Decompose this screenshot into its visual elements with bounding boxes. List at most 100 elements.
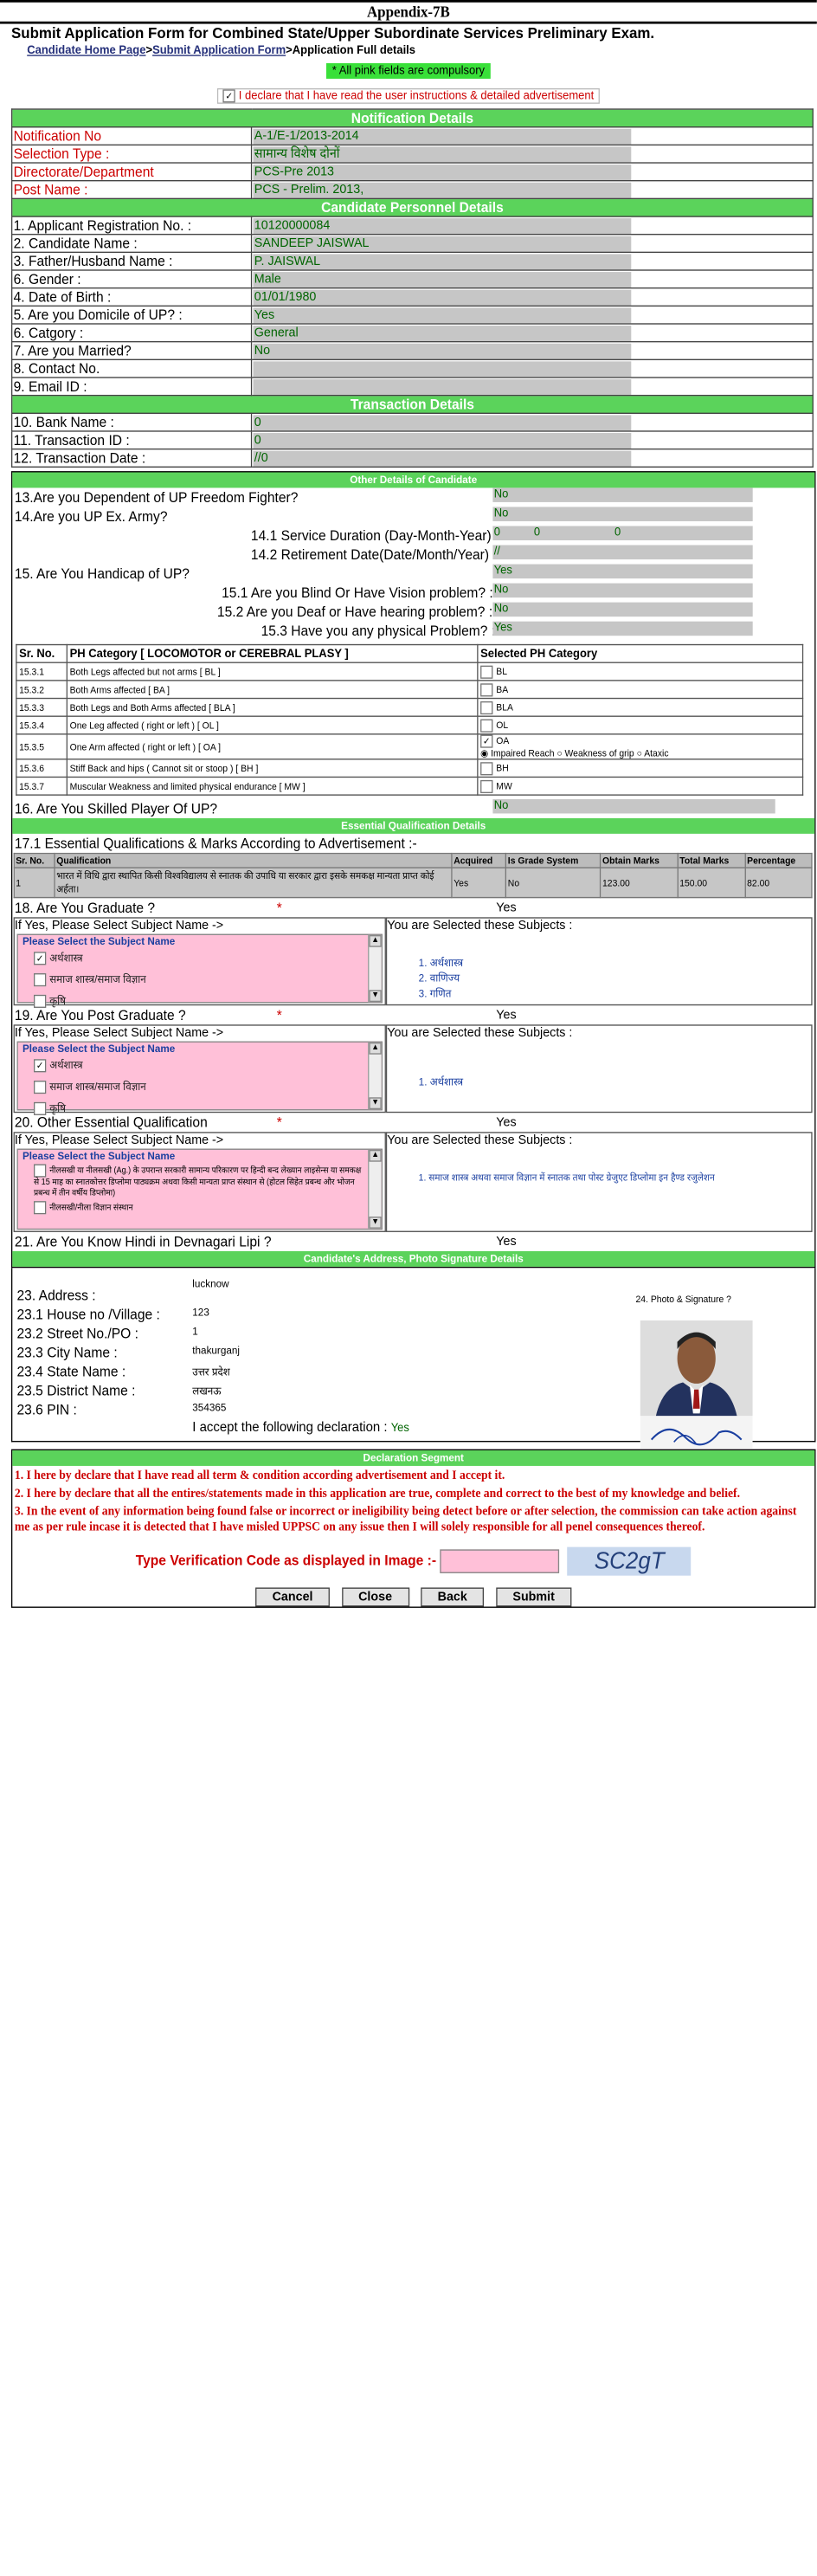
ph-checkbox[interactable]: ✓: [480, 734, 493, 748]
q15-value: Yes: [492, 564, 753, 579]
ph-cell: 15.3.4: [16, 715, 68, 735]
scrollbar[interactable]: ▲ ▼: [368, 1149, 382, 1229]
field-value: Male: [253, 271, 632, 287]
ph-col-header: PH Category [ LOCOMOTOR or CEREBRAL PLAS…: [66, 643, 479, 663]
qual-cell: No: [505, 867, 601, 899]
scroll-up-icon[interactable]: ▲: [369, 934, 382, 947]
field-value: SANDEEP JAISWAL: [253, 236, 632, 251]
ph-select-cell: BL: [477, 662, 804, 681]
q15-label: 15. Are You Handicap of UP?: [14, 565, 190, 583]
field-value: A-1/E-1/2013-2014: [253, 128, 632, 144]
declare-checkbox-row[interactable]: ✓ I declare that I have read the user ins…: [217, 87, 600, 104]
section-heading: Other Details of Candidate: [12, 472, 815, 488]
field-label: 7. Are you Married?: [10, 340, 253, 361]
table-row: 15.3.4 One Leg affected ( right or left )…: [16, 715, 804, 735]
graduate-subject-list[interactable]: Please Select the Subject Name ✓ अर्थशास्…: [16, 933, 383, 1009]
ph-checkbox[interactable]: [480, 682, 493, 696]
qual-col-header: Acquired: [451, 852, 507, 868]
ph-cell: 15.3.6: [16, 759, 68, 778]
ph-select-cell: BLA: [477, 697, 804, 717]
other-subject-list[interactable]: Please Select the Subject Name नीलसखी या…: [16, 1148, 383, 1230]
ph-cell: Both Legs affected but not arms [ BL ]: [66, 662, 479, 681]
subject-checkbox[interactable]: [34, 1201, 47, 1215]
ph-cell: 15.3.2: [16, 680, 68, 700]
scroll-down-icon[interactable]: ▼: [369, 1217, 382, 1229]
breadcrumb-home-link[interactable]: Candidate Home Page: [27, 44, 145, 57]
radio-button[interactable]: ○: [634, 748, 644, 759]
field-label: Selection Type :: [10, 144, 253, 164]
subject-select-title: If Yes, Please Select Subject Name ->: [14, 1025, 224, 1041]
field-label: 8. Contact No.: [10, 358, 253, 378]
q21-label: 21. Are You Know Hindi in Devnagari Lipi…: [14, 1233, 272, 1250]
breadcrumb-submit-link[interactable]: Submit Application Form: [152, 44, 286, 57]
qual-col-header: Total Marks: [677, 852, 746, 868]
pg-subject-list[interactable]: Please Select the Subject Name ✓ अर्थशास्…: [16, 1041, 383, 1116]
ph-checkbox[interactable]: [480, 700, 493, 714]
ph-cell: 15.3.1: [16, 662, 68, 681]
subject-checkbox[interactable]: [34, 1081, 47, 1094]
ph-cell: 15.3.5: [16, 733, 68, 760]
field-label: Directorate/Department: [10, 162, 253, 182]
table-row: 1. Applicant Registration No. :101200000…: [10, 216, 814, 236]
q13-value: No: [492, 487, 753, 502]
subject-checkbox[interactable]: [34, 1164, 47, 1178]
verification-code-input[interactable]: [440, 1549, 560, 1573]
scroll-up-icon[interactable]: ▲: [369, 1042, 382, 1055]
field-label: 2. Candidate Name :: [10, 233, 253, 254]
qual-cell: 1: [13, 867, 56, 899]
checkbox-checked-icon[interactable]: ✓: [222, 89, 235, 103]
scroll-down-icon[interactable]: ▼: [369, 990, 382, 1003]
q14-1-label: 14.1 Service Duration (Day-Month-Year): [250, 526, 492, 545]
field-value: No: [253, 343, 632, 358]
field-label: 4. Date of Birth :: [10, 287, 253, 307]
field-value: 0: [253, 432, 632, 449]
table-row: 12. Transaction Date ://0: [10, 448, 814, 468]
close-button[interactable]: Close: [341, 1587, 409, 1607]
scrollbar[interactable]: ▲ ▼: [368, 934, 382, 1003]
table-row: 7. Are you Married? No: [10, 340, 814, 361]
qual-cell: 123.00: [600, 867, 679, 899]
field-value-cell: Male: [250, 269, 814, 289]
table-row: Selection Type : सामान्य विशेष दोनों: [10, 144, 814, 164]
scroll-up-icon[interactable]: ▲: [369, 1149, 382, 1162]
required-star: *: [276, 1006, 282, 1023]
field-label: 10. Bank Name :: [10, 412, 253, 432]
scroll-down-icon[interactable]: ▼: [369, 1097, 382, 1110]
declaration-section: Declaration Segment 1. I here by declare…: [11, 1449, 816, 1608]
qual-cell: 82.00: [744, 867, 813, 899]
scrollbar[interactable]: ▲ ▼: [368, 1042, 382, 1110]
radio-button[interactable]: ○: [554, 748, 564, 759]
section-heading: Declaration Segment: [12, 1450, 815, 1466]
subject-checkbox[interactable]: [34, 973, 47, 987]
field-value-cell: [250, 377, 814, 397]
address-label: 23.2 Street No./PO :: [16, 1325, 138, 1342]
submit-button[interactable]: Submit: [495, 1587, 572, 1607]
field-label: 3. Father/Husband Name :: [10, 251, 253, 271]
subject-option: समाज शास्त्र/समाज विज्ञान: [49, 1081, 146, 1093]
field-value-cell: 0: [250, 412, 814, 432]
ph-checkbox[interactable]: [480, 664, 493, 679]
other-details: Other Details of Candidate 13.Are you De…: [11, 471, 816, 1269]
field-value-cell: Yes: [250, 305, 814, 325]
qual-col-header: Qualification: [54, 852, 453, 868]
address-value: लखनऊ: [192, 1385, 222, 1398]
field-value: General: [253, 325, 632, 341]
ph-cell: One Leg affected ( right or left ) [ OL …: [66, 715, 479, 735]
selected-subjects-title: You are Selected these Subjects :: [387, 1025, 573, 1041]
qual-col-header: Obtain Marks: [600, 852, 679, 868]
table-row: 11. Transaction ID :0: [10, 430, 814, 450]
ph-checkbox[interactable]: [480, 779, 493, 793]
ph-code: OA: [496, 735, 510, 746]
ph-code: BH: [496, 762, 509, 773]
address-value: thakurganj: [192, 1344, 240, 1357]
ph-checkbox[interactable]: [480, 718, 493, 733]
q18-label: 18. Are You Graduate ?: [14, 899, 156, 916]
table-row: 1 भारत में विधि द्वारा स्थापित किसी विश्व…: [13, 867, 813, 899]
subject-checkbox[interactable]: ✓: [34, 1059, 47, 1073]
ph-checkbox[interactable]: [480, 761, 493, 775]
radio-button[interactable]: ◉: [480, 748, 491, 759]
cancel-button[interactable]: Cancel: [255, 1587, 331, 1607]
ph-cell: 15.3.7: [16, 776, 68, 796]
subject-checkbox[interactable]: ✓: [34, 952, 47, 965]
back-button[interactable]: Back: [421, 1587, 485, 1607]
